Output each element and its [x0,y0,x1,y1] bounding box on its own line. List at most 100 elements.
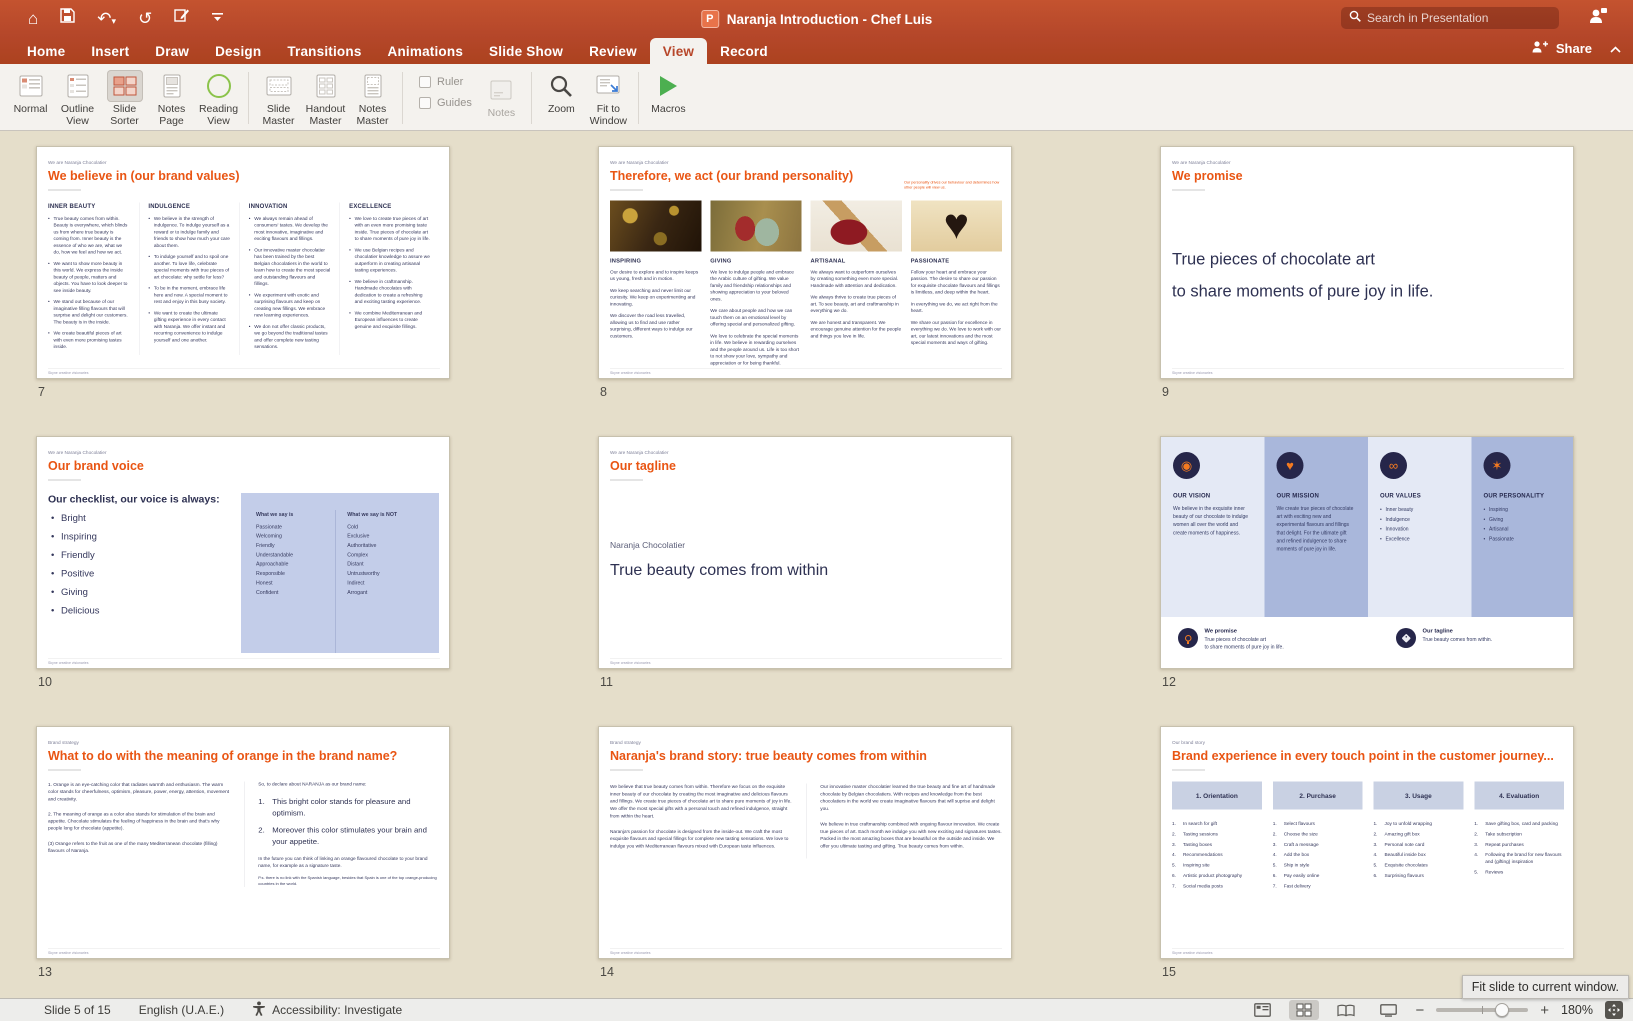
accessibility-icon [252,1001,266,1019]
slide-thumbnail-8[interactable]: We are Naranja Chocolatier Therefore, we… [598,146,1012,379]
zoom-level-label[interactable]: 180% [1561,1003,1593,1017]
fit-to-window-button[interactable]: Fit to Window [585,68,632,128]
fit-slide-to-window-button[interactable] [1605,1001,1623,1019]
slide-number-14: 14 [600,965,614,979]
column-header: INSPIRING [610,258,642,264]
zoom-slider[interactable] [1436,1003,1529,1017]
slide-title: Our brand voice [48,459,144,473]
share-area: Share [1531,40,1621,56]
customize-toolbar-icon[interactable] [212,9,224,27]
column-header: INNER BEAUTY [48,202,96,210]
zoom-out-button[interactable]: − [1415,1003,1424,1018]
undo-icon[interactable]: ↶▾ [97,10,116,27]
slide-kicker: We are Naranja Chocolatier [1172,160,1231,166]
slide-footer: Skyne creative visionaries [1172,368,1564,375]
heart-icon: ♥ [1276,452,1304,479]
slideshow-toggle[interactable] [1373,1000,1403,1020]
journey-step-list: Save gifting box, card and packing Take s… [1474,821,1564,876]
tab-home[interactable]: Home [14,38,78,64]
share-button[interactable]: Share [1556,41,1592,56]
presenter-icon[interactable] [1589,7,1607,29]
list-item: Authoritative [347,542,377,549]
journey-step-header: 4. Evaluation [1474,781,1564,810]
mission-card: ♥ OUR MISSION We create true pieces of c… [1264,437,1368,617]
tab-review[interactable]: Review [576,38,650,64]
slide-thumbnail-12[interactable]: ◉ OUR VISION We believe in the exquisite… [1160,436,1574,669]
list-item: Arrogant [347,589,368,596]
list-item: Our innovative master chocolatier has be… [249,247,331,287]
slide-thumbnail-9[interactable]: We are Naranja Chocolatier We promise Tr… [1160,146,1574,379]
promise-label: We promise [1204,628,1237,634]
zoom-slider-thumb[interactable] [1495,1003,1510,1017]
zoom-in-button[interactable]: + [1540,1003,1549,1018]
slide-8-content: We are Naranja Chocolatier Therefore, we… [599,147,1011,378]
list-item: Welcoming [256,533,282,540]
list-item: This bright color stands for pleasure an… [258,796,411,818]
edit-icon[interactable] [174,8,190,28]
macros-button[interactable]: Macros [645,68,692,128]
slide-thumbnail-13[interactable]: Brand strategy What to do with the meani… [36,726,450,959]
zoom-button[interactable]: Zoom [538,68,585,128]
slide-thumbnail-14[interactable]: Brand strategy Naranja's brand story: tr… [598,726,1012,959]
tab-insert[interactable]: Insert [78,38,142,64]
handout-master-button[interactable]: Handout Master [302,68,349,128]
slide-number-11: 11 [600,675,613,689]
list-item: We believe in the strength of indulgence… [148,216,230,250]
accessibility-status[interactable]: Accessibility: Investigate [252,1001,402,1019]
slide-11-content: We are Naranja Chocolatier Our tagline N… [599,437,1011,668]
story-right-paragraphs: Our innovative master chocolatier learne… [806,784,1002,859]
guides-checkbox[interactable]: Guides [419,97,472,109]
slide-number-13: 13 [38,965,52,979]
redo-icon[interactable]: ↺ [138,10,152,27]
reading-view-button[interactable]: Reading View [195,68,242,128]
outline-view-button[interactable]: Outline View [54,68,101,128]
notes-button[interactable]: Notes [478,68,525,128]
search-input[interactable] [1367,11,1551,25]
slide-sorter-toggle[interactable] [1289,1000,1320,1020]
notes-icon [483,74,519,106]
slide-title: Our tagline [610,459,676,473]
notes-page-label: Notes Page [157,103,186,127]
column-header: EXCELLENCE [349,202,392,210]
normal-view-toggle[interactable] [1247,1000,1277,1020]
tagline-label: Our tagline [1422,628,1453,634]
tab-record[interactable]: Record [707,38,781,64]
collapse-ribbon-icon[interactable] [1610,41,1621,56]
ribbon-tabs: Home Insert Draw Design Transitions Anim… [14,38,781,64]
notes-master-button[interactable]: Notes Master [349,68,396,128]
guides-label: Guides [437,97,472,109]
save-icon[interactable] [60,8,75,28]
home-icon[interactable]: ⌂ [28,10,38,27]
list-item: We are honest and transparent. We encour… [810,319,902,339]
ruler-checkbox[interactable]: Ruler [419,76,472,88]
slide-number-7: 7 [38,385,45,399]
tab-transitions[interactable]: Transitions [274,38,374,64]
language-label[interactable]: English (U.A.E.) [139,1003,224,1017]
slide-thumbnail-15[interactable]: Our brand story Brand experience in ever… [1160,726,1574,959]
slide-thumbnail-10[interactable]: We are Naranja Chocolatier Our brand voi… [36,436,450,669]
tab-draw[interactable]: Draw [142,38,202,64]
slide-master-button[interactable]: Slide Master [255,68,302,128]
slide-7-content: We are Naranja Chocolatier We believe in… [37,147,449,378]
tab-design[interactable]: Design [202,38,274,64]
list-item: We stand out because of our imaginative … [48,299,130,326]
slide-thumbnail-11[interactable]: We are Naranja Chocolatier Our tagline N… [598,436,1012,669]
list-item: Inspiring site [1172,862,1210,869]
list-item: Indulgence [1380,515,1460,525]
notes-page-button[interactable]: Notes Page [148,68,195,128]
tab-view[interactable]: View [649,38,708,64]
list-item: We always remain ahead of consumers' tas… [249,216,331,243]
tab-slide-show[interactable]: Slide Show [476,38,576,64]
search-box[interactable] [1341,7,1559,29]
slide-sorter-button[interactable]: Slide Sorter [101,68,148,128]
outline-view-label: Outline View [60,103,95,127]
tagline-text: True beauty comes from within [610,560,829,579]
slide-9-content: We are Naranja Chocolatier We promise Tr… [1161,147,1573,378]
slide-thumbnail-7[interactable]: We are Naranja Chocolatier We believe in… [36,146,450,379]
tab-animations[interactable]: Animations [375,38,477,64]
reading-view-toggle[interactable] [1331,1000,1361,1020]
list-item: 1. Orange is an eye-catching color that … [48,782,230,802]
slide-kicker: We are Naranja Chocolatier [48,450,107,456]
macros-group: Macros [642,67,695,129]
normal-view-button[interactable]: Normal [7,68,54,128]
